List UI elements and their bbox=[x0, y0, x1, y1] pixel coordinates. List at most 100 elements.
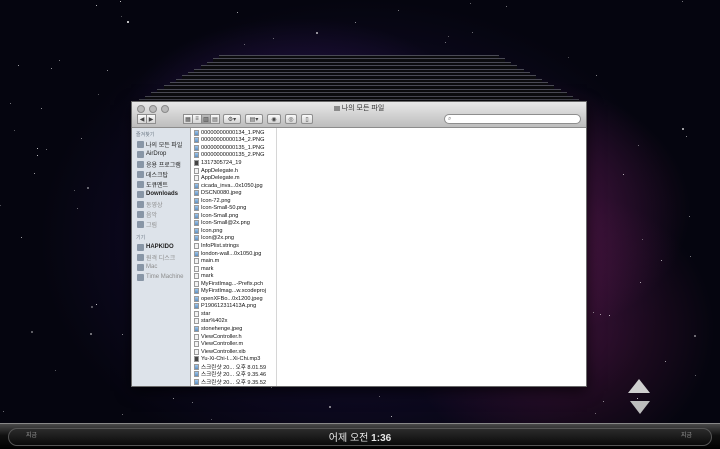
file-name: MyFirstImag...-Prefix.pch bbox=[201, 280, 264, 287]
arrow-down-icon[interactable] bbox=[630, 401, 650, 414]
file-item[interactable]: mark bbox=[191, 265, 276, 273]
file-item[interactable]: DSCN0080.jpeg bbox=[191, 189, 276, 197]
sidebar-item[interactable]: Mac bbox=[132, 262, 190, 272]
file-item[interactable]: Yu-Xi-Chi-I...Xi-Chi.mp3 bbox=[191, 355, 276, 363]
image-file-icon bbox=[194, 295, 199, 302]
file-name: Icon-Small@2x.png bbox=[201, 220, 250, 227]
file-item[interactable]: 00000000000135_1.PNG bbox=[191, 144, 276, 152]
sidebar-item[interactable]: 응용 프로그램 bbox=[132, 159, 190, 169]
view-mode-buttons: ▦ ≡ ▥ ▤ bbox=[183, 114, 220, 124]
arrow-up-icon[interactable] bbox=[628, 379, 650, 393]
file-item[interactable]: cicada_inva...0x1050.jpg bbox=[191, 182, 276, 190]
empty-column[interactable] bbox=[277, 128, 586, 386]
sidebar-favorites-header: 즐겨찾기 bbox=[136, 132, 155, 138]
star bbox=[639, 282, 641, 284]
file-item[interactable]: P190612311413A.png bbox=[191, 303, 276, 311]
star bbox=[55, 370, 57, 372]
file-item[interactable]: openXFBo...0x1200.jpeg bbox=[191, 295, 276, 303]
star bbox=[74, 190, 76, 192]
file-item[interactable]: Icon-72.png bbox=[191, 197, 276, 205]
file-item[interactable]: london-wall...0x1050.jpg bbox=[191, 250, 276, 258]
image-file-icon bbox=[194, 137, 199, 144]
columns-icon: ▥ bbox=[203, 116, 209, 123]
file-item[interactable]: Icon-Small.png bbox=[191, 212, 276, 220]
file-item[interactable]: star%402x bbox=[191, 318, 276, 326]
file-item[interactable]: AppDelegate.m bbox=[191, 174, 276, 182]
file-item[interactable]: InfoPlist.strings bbox=[191, 242, 276, 250]
file-name: 스크린샷 20... 오후 9.35.52 bbox=[201, 379, 267, 386]
image-file-icon bbox=[194, 250, 199, 257]
sidebar-item-label: 동영상 bbox=[146, 202, 163, 209]
finder-window[interactable]: 나의 모든 파일 ◀ ▶ ▦ ≡ ▥ ▤ ⚙▾ ▤▾ ◉ ◎ ▯ ⌕ 즐겨찾기 … bbox=[131, 101, 587, 387]
file-item[interactable]: 스크린샷 20... 오후 8.01.59 bbox=[191, 363, 276, 371]
file-item[interactable]: ViewController.m bbox=[191, 340, 276, 348]
file-item[interactable]: 00000000000134_2.PNG bbox=[191, 137, 276, 145]
movies-icon bbox=[137, 200, 144, 208]
file-name: stonehenge.jpeg bbox=[201, 325, 243, 332]
file-item[interactable]: 1317305724_19 bbox=[191, 159, 276, 167]
sidebar-item[interactable]: 음악 bbox=[132, 209, 190, 219]
quick-look-button[interactable]: ◉ bbox=[267, 114, 281, 124]
folder-icon bbox=[333, 105, 340, 111]
sidebar-item[interactable]: Downloads bbox=[132, 189, 190, 199]
sidebar-item[interactable]: 데스크탑 bbox=[132, 169, 190, 179]
star bbox=[96, 304, 98, 306]
toolbar: ◀ ▶ ▦ ≡ ▥ ▤ ⚙▾ ▤▾ ◉ ◎ ▯ ⌕ bbox=[137, 113, 581, 125]
file-name: openXFBo...0x1200.jpeg bbox=[201, 295, 263, 302]
document-file-icon bbox=[194, 273, 199, 280]
disk-icon bbox=[137, 243, 144, 251]
downloads-icon bbox=[137, 190, 144, 198]
sidebar-item[interactable]: 그림 bbox=[132, 219, 190, 229]
file-item[interactable]: ViewController.xib bbox=[191, 348, 276, 356]
star bbox=[89, 333, 92, 336]
file-item[interactable]: Icon-Small@2x.png bbox=[191, 220, 276, 228]
star bbox=[13, 130, 15, 132]
image-file-icon bbox=[194, 144, 199, 151]
star bbox=[660, 260, 662, 262]
file-item[interactable]: ViewController.h bbox=[191, 333, 276, 341]
file-item[interactable]: mark bbox=[191, 272, 276, 280]
file-item[interactable]: stonehenge.jpeg bbox=[191, 325, 276, 333]
star bbox=[688, 216, 690, 218]
sidebar-item[interactable]: 도큐멘트 bbox=[132, 179, 190, 189]
sidebar-item[interactable]: AirDrop bbox=[132, 149, 190, 159]
file-item[interactable]: Icon@2x.png bbox=[191, 235, 276, 243]
file-item[interactable]: MyFirstImag...-Prefix.pch bbox=[191, 280, 276, 288]
file-item[interactable]: 00000000000135_2.PNG bbox=[191, 152, 276, 160]
file-item[interactable]: AppDelegate.h bbox=[191, 167, 276, 175]
sidebar-item[interactable]: HAPKIDO bbox=[132, 242, 190, 252]
star bbox=[172, 398, 174, 400]
file-name: 00000000000134_1.PNG bbox=[201, 129, 265, 136]
desktop-icon bbox=[137, 170, 144, 178]
action-menu-button[interactable]: ⚙▾ bbox=[223, 114, 241, 124]
star bbox=[97, 94, 99, 96]
star bbox=[237, 11, 239, 13]
image-file-icon bbox=[194, 212, 199, 219]
file-item[interactable]: star bbox=[191, 310, 276, 318]
sidebar-item[interactable]: 나의 모든 파일 bbox=[132, 139, 190, 149]
file-item[interactable]: MyFirstImag...w.xcodeproj bbox=[191, 287, 276, 295]
file-item[interactable]: 스크린샷 20... 오후 9.35.52 bbox=[191, 378, 276, 386]
share-button[interactable]: ◎ bbox=[285, 114, 297, 124]
search-field[interactable]: ⌕ bbox=[444, 114, 581, 124]
file-item[interactable]: Icon.png bbox=[191, 227, 276, 235]
sidebar-item[interactable]: Time Machine bbox=[132, 272, 190, 282]
sidebar-item[interactable]: 원격 디스크 bbox=[132, 252, 190, 262]
delete-button[interactable]: ▯ bbox=[301, 114, 313, 124]
timeline-right-label: 지금 bbox=[680, 433, 692, 439]
file-item[interactable]: 00000000000134_1.PNG bbox=[191, 129, 276, 137]
back-forward-buttons: ◀ ▶ bbox=[137, 114, 156, 124]
coverflow-view-button[interactable]: ▤ bbox=[210, 114, 220, 124]
file-item[interactable]: 스크린샷 20... 오후 9.35.46 bbox=[191, 371, 276, 378]
file-item[interactable]: main.m bbox=[191, 257, 276, 265]
sidebar-item-label: 나의 모든 파일 bbox=[146, 142, 183, 149]
file-column[interactable]: 00000000000134_1.PNG 00000000000134_2.PNG… bbox=[191, 128, 277, 386]
sidebar-item[interactable]: 동영상 bbox=[132, 199, 190, 209]
arrange-menu-button[interactable]: ▤▾ bbox=[245, 114, 263, 124]
forward-button[interactable]: ▶ bbox=[146, 114, 156, 124]
image-file-icon bbox=[194, 205, 199, 212]
grid-icon: ▦ bbox=[185, 116, 191, 123]
file-item[interactable]: Icon-Small-50.png bbox=[191, 204, 276, 212]
star bbox=[9, 103, 11, 105]
star bbox=[379, 396, 381, 398]
